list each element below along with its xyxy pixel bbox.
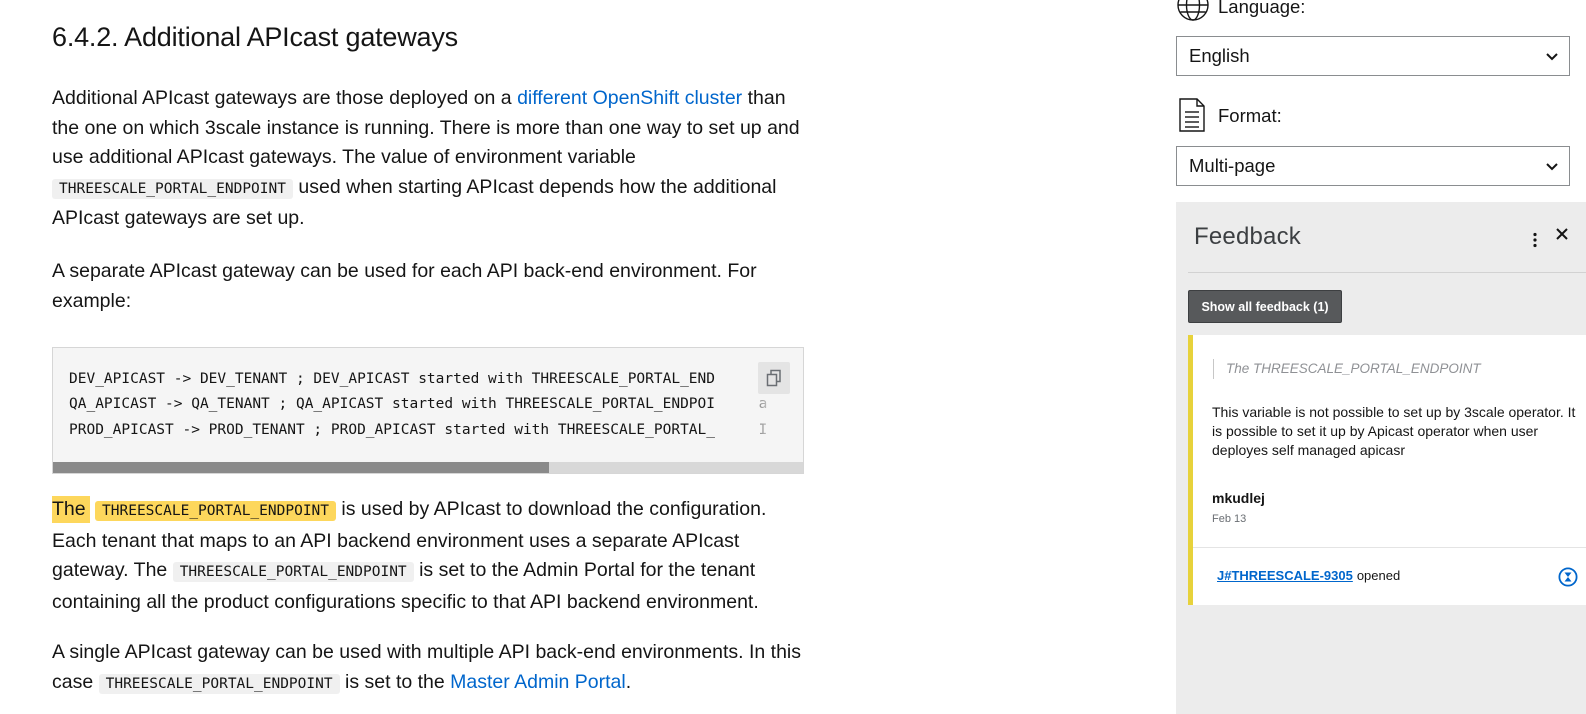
code-content: DEV_APICAST -> DEV_TENANT ; DEV_APICAST … xyxy=(69,367,767,443)
feedback-quote: The THREESCALE_PORTAL_ENDPOINT xyxy=(1213,359,1481,379)
highlighted-inline-code[interactable]: THREESCALE_PORTAL_ENDPOINT xyxy=(95,501,337,521)
code-horizontal-scrollbar[interactable] xyxy=(53,462,803,473)
scrollbar-thumb[interactable] xyxy=(53,462,550,473)
different-openshift-cluster-link[interactable]: different OpenShift cluster xyxy=(517,87,742,109)
feedback-card: The THREESCALE_PORTAL_ENDPOINT This vari… xyxy=(1188,335,1586,605)
globe-icon xyxy=(1177,0,1209,21)
divider xyxy=(1193,547,1586,548)
divider xyxy=(1188,272,1586,273)
hourglass-status-icon xyxy=(1558,567,1578,587)
document-icon xyxy=(1179,98,1205,132)
format-select[interactable]: Multi-page xyxy=(1176,146,1570,186)
language-select[interactable]: English xyxy=(1176,36,1570,76)
close-icon[interactable] xyxy=(1555,227,1569,241)
copy-code-button[interactable] xyxy=(758,362,790,394)
code-line: QA_APICAST -> QA_TENANT ; QA_APICAST sta… xyxy=(69,396,768,413)
paragraph-single-gateway: A single APIcast gateway can be used wit… xyxy=(52,641,801,694)
feedback-comment: This variable is not possible to set up … xyxy=(1212,404,1576,458)
jira-issue-link[interactable]: J#THREESCALE-9305 xyxy=(1217,568,1353,583)
highlighted-text[interactable]: The xyxy=(52,496,90,523)
code-line: PROD_APICAST -> PROD_TENANT ; PROD_APICA… xyxy=(69,421,768,438)
master-admin-portal-link[interactable]: Master Admin Portal xyxy=(450,671,626,693)
feedback-date: Feb 13 xyxy=(1212,513,1247,525)
inline-code: THREESCALE_PORTAL_ENDPOINT xyxy=(98,673,340,694)
inline-code: THREESCALE_PORTAL_ENDPOINT xyxy=(172,562,414,583)
jira-row: J#THREESCALE-9305 opened xyxy=(1217,568,1400,583)
show-all-feedback-button[interactable]: Show all feedback (1) xyxy=(1188,290,1342,323)
code-line: DEV_APICAST -> DEV_TENANT ; DEV_APICAST … xyxy=(69,371,716,387)
section-heading: 6.4.2. Additional APIcast gateways xyxy=(52,22,458,52)
chevron-down-icon xyxy=(1546,163,1558,171)
kebab-menu-icon[interactable] xyxy=(1532,232,1538,248)
paragraph-intro: Additional APIcast gateways are those de… xyxy=(52,87,800,230)
paragraph-separate-gateway: A separate APIcast gateway can be used f… xyxy=(52,260,757,312)
chevron-down-icon xyxy=(1546,53,1558,61)
format-label: Format: xyxy=(1218,105,1282,126)
feedback-title: Feedback xyxy=(1194,223,1301,250)
feedback-author: mkudlej xyxy=(1212,490,1265,506)
copy-icon xyxy=(766,369,781,387)
paragraph-portal-endpoint: The THREESCALE_PORTAL_ENDPOINT is used b… xyxy=(52,496,767,613)
feedback-panel: Feedback Show all feedback (1) The THREE… xyxy=(1176,202,1586,714)
inline-code: THREESCALE_PORTAL_ENDPOINT xyxy=(52,178,293,199)
jira-status-text: opened xyxy=(1356,568,1401,583)
right-rail: Language: English Format: Multi-page Fee… xyxy=(1176,0,1586,714)
language-label: Language: xyxy=(1218,0,1306,17)
code-block: DEV_APICAST -> DEV_TENANT ; DEV_APICAST … xyxy=(52,347,804,474)
